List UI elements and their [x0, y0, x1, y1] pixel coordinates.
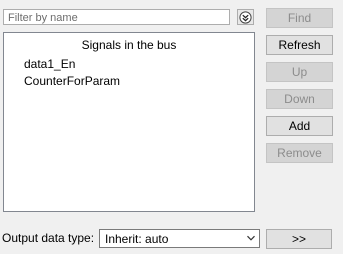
refresh-button[interactable]: Refresh [266, 35, 333, 55]
list-item[interactable]: data1_En [24, 57, 75, 71]
filter-options-button[interactable] [237, 9, 254, 25]
output-data-type-value: Inherit: auto [105, 231, 169, 246]
chevron-down-icon [247, 235, 255, 241]
list-item[interactable]: CounterForParam [24, 74, 120, 88]
double-chevron-down-icon [239, 10, 252, 24]
signals-list-header: Signals in the bus [81, 38, 177, 52]
signals-list[interactable]: Signals in the bus data1_En CounterForPa… [3, 32, 255, 212]
output-data-type-select[interactable]: Inherit: auto [99, 229, 260, 248]
down-button[interactable]: Down [266, 89, 333, 109]
filter-field[interactable] [3, 9, 230, 25]
output-data-type-label: Output data type: [2, 231, 95, 245]
find-button[interactable]: Find [266, 8, 333, 28]
filter-input[interactable] [4, 11, 229, 25]
remove-button[interactable]: Remove [266, 143, 333, 163]
up-button[interactable]: Up [266, 62, 333, 82]
add-button[interactable]: Add [266, 116, 333, 136]
data-type-assistant-button[interactable]: >> [266, 229, 332, 249]
